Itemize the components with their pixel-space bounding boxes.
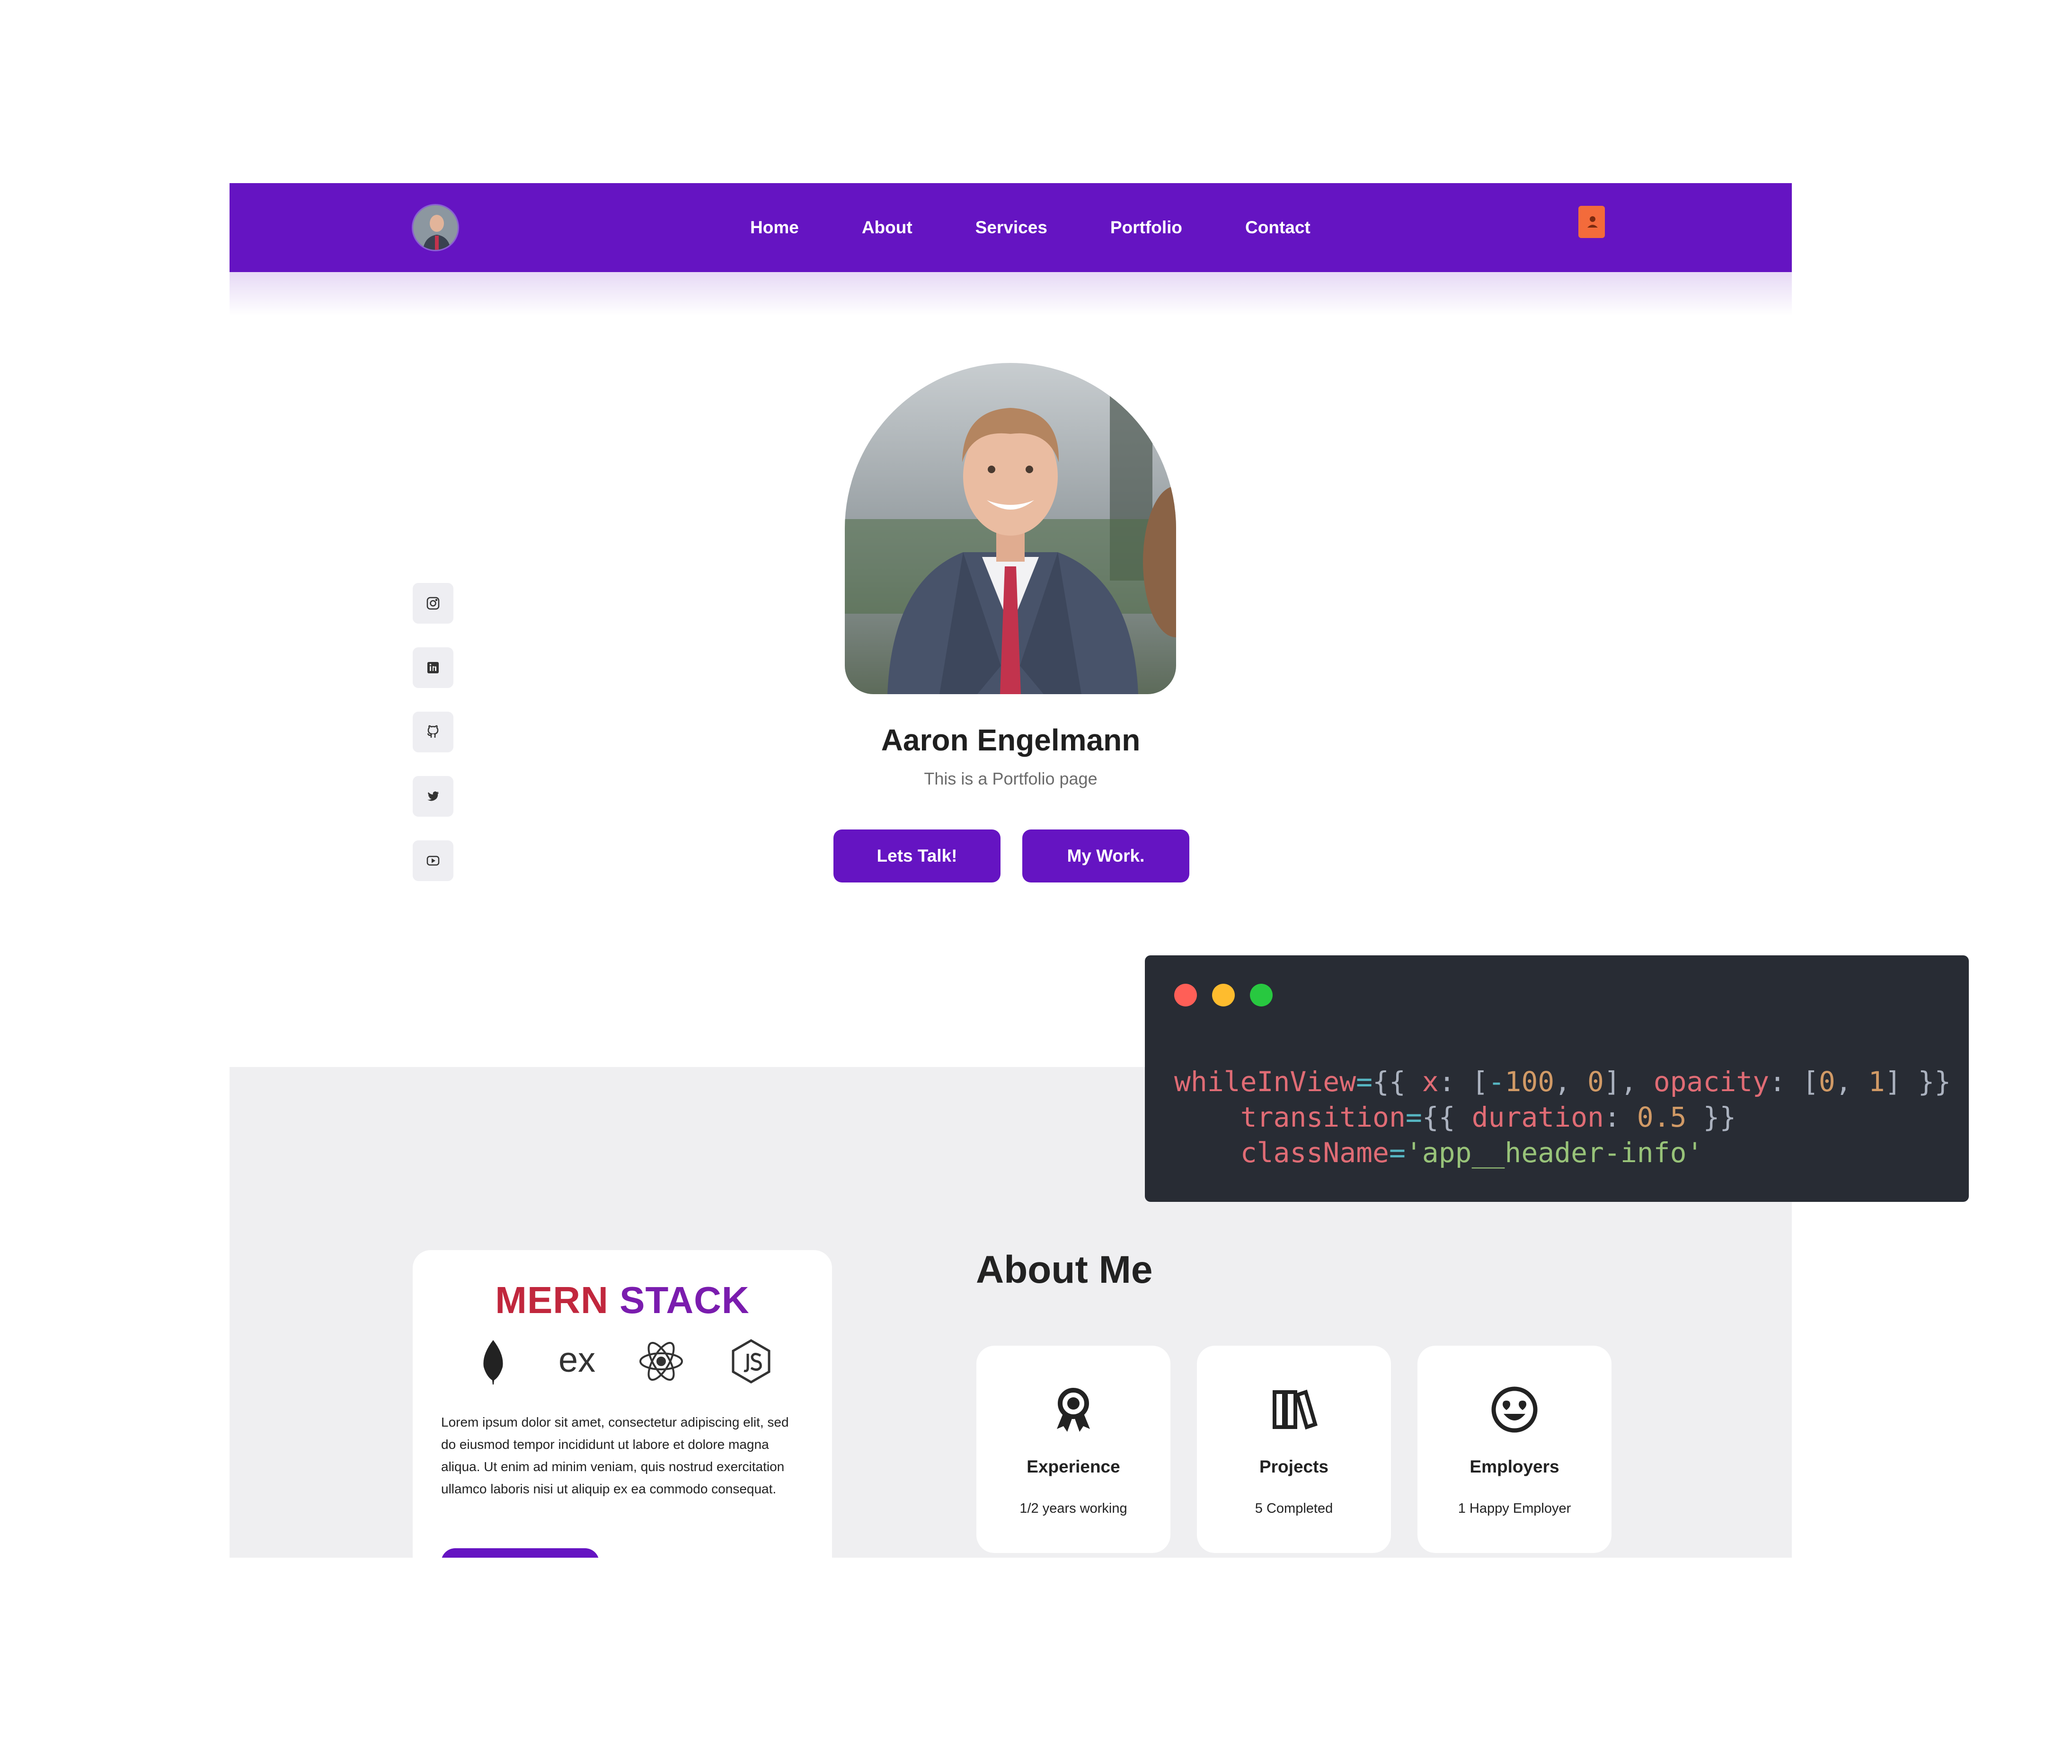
- about-title: About Me: [976, 1248, 1153, 1291]
- code-snippet: whileInView={{ x: [-100, 0], opacity: [0…: [1174, 1064, 1951, 1171]
- instagram-icon[interactable]: [413, 583, 453, 624]
- maximize-dot[interactable]: [1250, 984, 1273, 1006]
- nav-link-portfolio[interactable]: Portfolio: [1110, 218, 1182, 238]
- nav-link-home[interactable]: Home: [750, 218, 799, 238]
- nav-logo-avatar[interactable]: [412, 204, 459, 251]
- code-line-1: whileInView={{ x: [-100, 0], opacity: [0…: [1174, 1066, 1951, 1098]
- award-icon: [1057, 1388, 1090, 1432]
- stack-description: Lorem ipsum dolor sit amet, consectetur …: [441, 1415, 789, 1496]
- lets-talk-button[interactable]: Lets Talk!: [833, 829, 1001, 882]
- hero-subtitle: This is a Portfolio page: [924, 769, 1098, 788]
- navbar: Home About Services Portfolio Contact: [230, 183, 1792, 272]
- books-icon: [1273, 1389, 1318, 1430]
- code-line-3-text: className='app__header-info': [1240, 1137, 1703, 1169]
- mern-stack-card: MERN STACK ex Lorem ipsum dolor sit amet…: [413, 1250, 832, 1558]
- nodejs-icon: [732, 1339, 770, 1384]
- stack-icons: ex: [469, 1338, 775, 1385]
- stat-label: Experience: [1027, 1457, 1120, 1476]
- my-work-button[interactable]: My Work.: [1022, 829, 1189, 882]
- stat-card-projects: Projects 5 Completed: [1197, 1346, 1391, 1553]
- hero-name: Aaron Engelmann: [881, 723, 1141, 757]
- express-icon: ex: [558, 1340, 595, 1379]
- stat-card-experience: Experience 1/2 years working: [976, 1346, 1170, 1553]
- stack-title: MERN STACK: [495, 1279, 750, 1321]
- profile-photo: [845, 363, 1176, 694]
- react-icon: [639, 1341, 683, 1381]
- nav-link-services[interactable]: Services: [975, 218, 1047, 238]
- code-line-2-text: transition={{ duration: 0.5 }}: [1240, 1101, 1736, 1133]
- svg-text:ex: ex: [558, 1340, 595, 1379]
- nav-link-contact[interactable]: Contact: [1245, 218, 1310, 238]
- minimize-dot[interactable]: [1212, 984, 1235, 1006]
- smiley-heart-eyes-icon: [1491, 1386, 1538, 1433]
- linkedin-icon[interactable]: [413, 647, 453, 688]
- stat-value: 1 Happy Employer: [1458, 1501, 1571, 1516]
- navbar-shadow: [230, 272, 1792, 316]
- stack-card-button[interactable]: [441, 1548, 599, 1558]
- youtube-icon[interactable]: [413, 840, 453, 881]
- close-dot[interactable]: [1174, 984, 1197, 1006]
- stat-label: Employers: [1470, 1457, 1559, 1476]
- contact-book-icon[interactable]: [1578, 206, 1605, 238]
- stat-card-employers: Employers 1 Happy Employer: [1417, 1346, 1612, 1553]
- stat-value: 1/2 years working: [1019, 1501, 1127, 1516]
- stat-value: 5 Completed: [1255, 1501, 1333, 1516]
- portfolio-page: Home About Services Portfolio Contact Aa…: [230, 183, 1792, 1558]
- nav-link-about[interactable]: About: [862, 218, 912, 238]
- stat-label: Projects: [1259, 1457, 1328, 1476]
- mongodb-icon: [483, 1340, 503, 1385]
- nav-links: Home About Services Portfolio Contact: [750, 183, 1310, 272]
- code-snippet-window: whileInView={{ x: [-100, 0], opacity: [0…: [1145, 955, 1969, 1202]
